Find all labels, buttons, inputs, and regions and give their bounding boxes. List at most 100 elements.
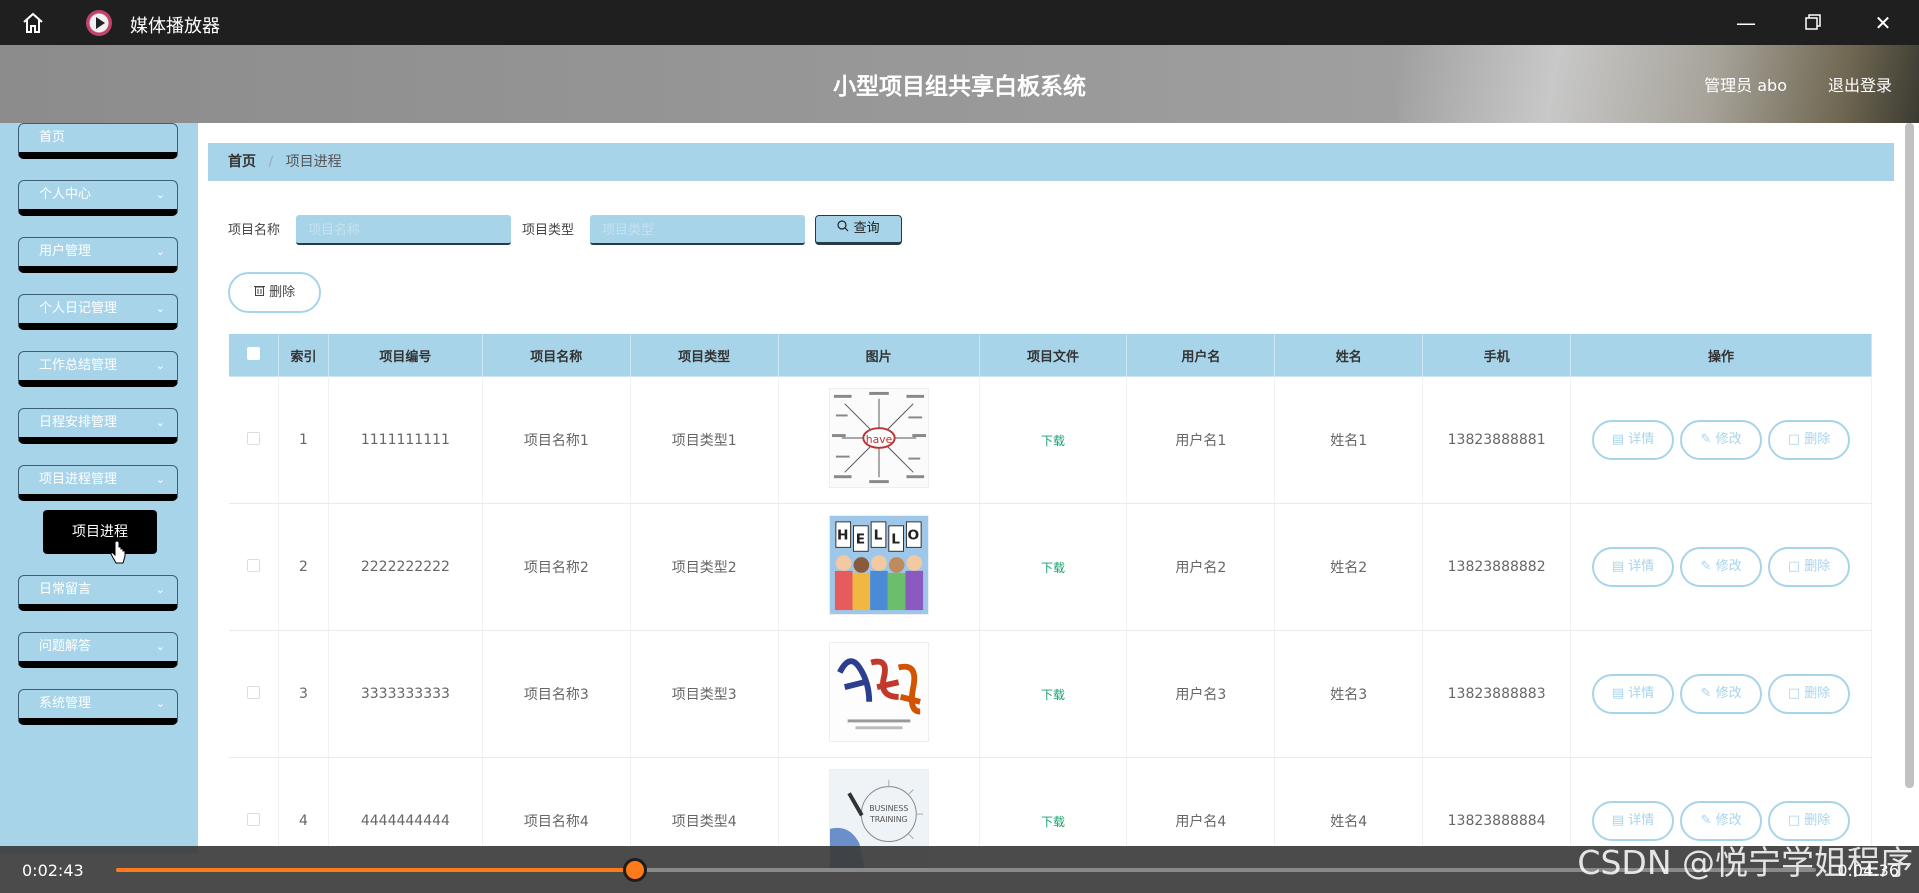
- chevron-down-icon: ⌄: [155, 640, 165, 653]
- edit-button[interactable]: ✎ 修改: [1680, 547, 1763, 587]
- svg-text:O: O: [907, 528, 919, 544]
- cell-type: 项目类型1: [630, 376, 779, 504]
- sidebar-item-home[interactable]: 首页: [18, 123, 178, 159]
- detail-button[interactable]: ▤ 详情: [1592, 674, 1675, 714]
- logout-link[interactable]: 退出登录: [1828, 72, 1892, 96]
- project-type-input[interactable]: [590, 215, 805, 245]
- cell-file: 下载: [979, 503, 1128, 631]
- sidebar-item-summary-management[interactable]: 工作总结管理 ⌄: [18, 351, 178, 387]
- select-all-checkbox[interactable]: [246, 346, 260, 360]
- detail-button[interactable]: ▤ 详情: [1592, 420, 1675, 460]
- cell-image: have: [778, 376, 980, 504]
- cell-type: 项目类型3: [630, 630, 779, 758]
- project-table: 索引 项目编号 项目名称 项目类型 图片 项目文件 用户名 姓名 手机 操作 1…: [228, 333, 1872, 885]
- sidebar-item-qa[interactable]: 问题解答 ⌄: [18, 632, 178, 668]
- row-select: [228, 376, 279, 504]
- delete-button[interactable]: □ 删除: [1768, 801, 1851, 841]
- delete-button[interactable]: □ 删除: [1768, 674, 1851, 714]
- cell-username: 用户名2: [1126, 503, 1276, 631]
- detail-label: 详情: [1628, 559, 1655, 574]
- seek-handle[interactable]: [622, 858, 647, 882]
- minimize-button[interactable]: —: [1735, 12, 1757, 34]
- sidebar-item-user-management[interactable]: 用户管理 ⌄: [18, 237, 178, 273]
- media-player-icon: [86, 10, 112, 36]
- mouse-pointer-icon: [110, 541, 126, 564]
- row-checkbox[interactable]: [246, 685, 260, 699]
- sidebar-item-project-progress-management[interactable]: 项目进程管理 ⌄: [18, 465, 178, 501]
- row-checkbox[interactable]: [246, 431, 260, 445]
- edit-button[interactable]: ✎ 修改: [1680, 801, 1763, 841]
- query-button-label: 查询: [853, 221, 880, 236]
- cell-phone: 13823888883: [1422, 630, 1572, 758]
- restore-icon: [1805, 14, 1821, 30]
- detail-button[interactable]: ▤ 详情: [1592, 801, 1675, 841]
- system-title: 小型项目组共享白板系统: [833, 74, 1086, 100]
- download-link[interactable]: 下载: [1041, 561, 1065, 575]
- vertical-scrollbar[interactable]: [1904, 123, 1915, 788]
- chevron-down-icon: ⌄: [155, 416, 165, 429]
- sidebar-item-system-management[interactable]: 系统管理 ⌄: [18, 689, 178, 725]
- delete-label: 删除: [1804, 432, 1831, 447]
- project-thumbnail-calligraphy[interactable]: [828, 642, 929, 742]
- breadcrumb-home[interactable]: 首页: [228, 154, 256, 170]
- sidebar-item-daily-messages[interactable]: 日常留言 ⌄: [18, 575, 178, 611]
- cell-code: 3333333333: [328, 630, 483, 758]
- chevron-down-icon: ⌄: [155, 188, 165, 201]
- sidebar-item-label: 问题解答: [39, 639, 92, 654]
- watermark: CSDN @悦宁学姐程序: [1577, 843, 1913, 882]
- sidebar: 首页 个人中心 ⌄ 用户管理 ⌄ 个人日记管理 ⌄ 工作总结管理 ⌄ 日程安排管理 ⌄ 项…: [0, 123, 198, 853]
- sidebar-item-label: 日程安排管理: [39, 415, 118, 430]
- table-header-row: 索引 项目编号 项目名称 项目类型 图片 项目文件 用户名 姓名 手机 操作: [228, 333, 1872, 377]
- project-thumbnail-have[interactable]: have: [828, 388, 929, 488]
- cell-realname: 姓名2: [1274, 503, 1424, 631]
- submenu-item-project-progress[interactable]: 项目进程: [43, 510, 157, 554]
- query-button[interactable]: 查询: [815, 215, 902, 245]
- delete-button[interactable]: □ 删除: [1768, 420, 1851, 460]
- sidebar-item-label: 首页: [39, 130, 66, 145]
- table-row: 1 1111111111 项目名称1 项目类型1 have 下载 用户名1 姓名…: [228, 376, 1872, 504]
- svg-text:have: have: [865, 433, 892, 446]
- chevron-down-icon: ⌄: [155, 245, 165, 258]
- delete-button[interactable]: □ 删除: [1768, 547, 1851, 587]
- project-thumbnail-hello[interactable]: HELLO: [828, 515, 929, 615]
- row-checkbox[interactable]: [246, 812, 260, 826]
- search-name-label: 项目名称: [228, 223, 281, 238]
- select-all-header[interactable]: [228, 333, 279, 377]
- breadcrumb: 首页 / 项目进程: [208, 143, 1894, 181]
- breadcrumb-separator: /: [268, 154, 274, 170]
- sidebar-item-label: 工作总结管理: [39, 358, 118, 373]
- sidebar-item-diary-management[interactable]: 个人日记管理 ⌄: [18, 294, 178, 330]
- chevron-down-icon: ⌄: [155, 473, 165, 486]
- delete-label: 删除: [1804, 686, 1831, 701]
- download-link[interactable]: 下载: [1041, 688, 1065, 702]
- download-link[interactable]: 下载: [1041, 434, 1065, 448]
- project-name-input[interactable]: [296, 215, 511, 245]
- document-icon: ▤: [1611, 813, 1625, 828]
- edit-button[interactable]: ✎ 修改: [1680, 674, 1763, 714]
- scrollbar-thumb[interactable]: [1905, 123, 1914, 788]
- cell-image: HELLO: [778, 503, 980, 631]
- edit-icon: ✎: [1700, 559, 1712, 574]
- cell-phone: 13823888882: [1422, 503, 1572, 631]
- sidebar-item-personal-center[interactable]: 个人中心 ⌄: [18, 180, 178, 216]
- admin-user: 管理员 abo: [1704, 76, 1787, 95]
- download-link[interactable]: 下载: [1041, 815, 1065, 829]
- maximize-button[interactable]: [1802, 12, 1824, 34]
- document-icon: ▤: [1611, 432, 1625, 447]
- sidebar-item-label: 个人中心: [39, 187, 92, 202]
- search-type-label: 项目类型: [522, 223, 575, 238]
- row-select: [228, 503, 279, 631]
- row-checkbox[interactable]: [246, 558, 260, 572]
- sidebar-item-schedule-management[interactable]: 日程安排管理 ⌄: [18, 408, 178, 444]
- detail-button[interactable]: ▤ 详情: [1592, 547, 1675, 587]
- edit-button[interactable]: ✎ 修改: [1680, 420, 1763, 460]
- document-icon: ▤: [1611, 559, 1625, 574]
- cell-code: 1111111111: [328, 376, 483, 504]
- seek-bar[interactable]: [116, 858, 1816, 882]
- chevron-down-icon: ⌄: [155, 583, 165, 596]
- batch-delete-label: 删除: [269, 285, 296, 300]
- home-icon[interactable]: [20, 10, 46, 36]
- close-button[interactable]: ✕: [1872, 12, 1894, 34]
- batch-delete-button[interactable]: 删除: [228, 272, 321, 313]
- svg-text:L: L: [891, 531, 900, 547]
